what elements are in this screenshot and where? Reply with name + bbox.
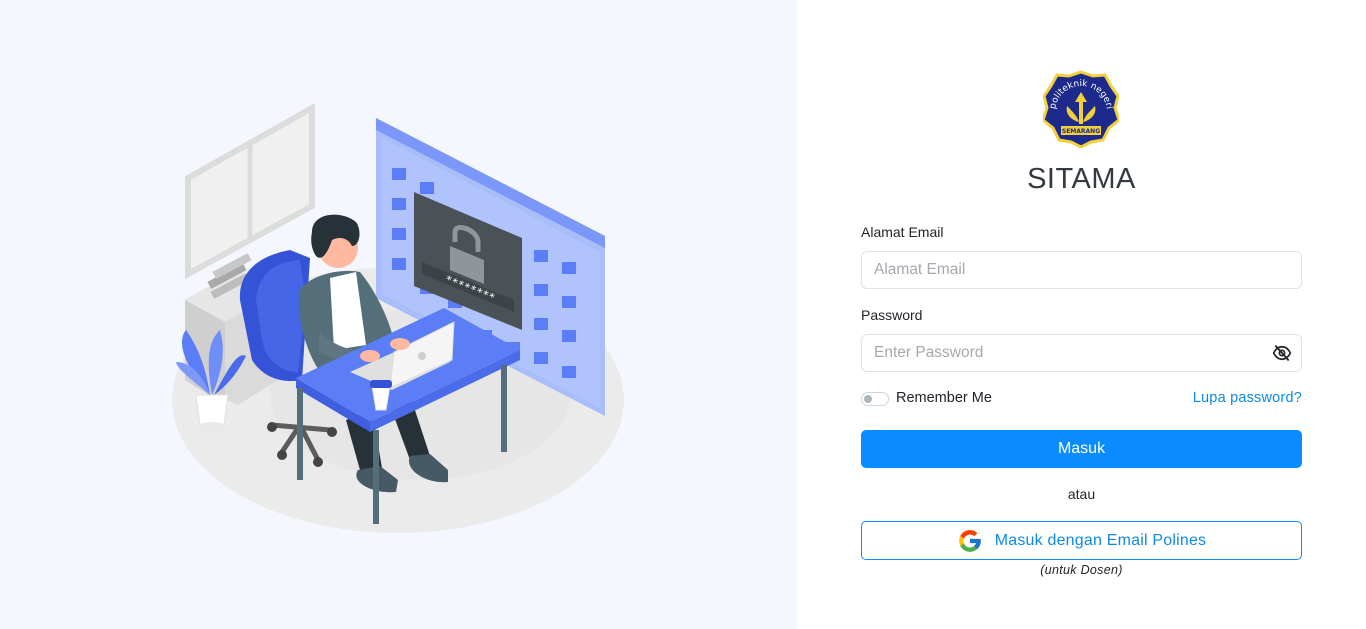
password-input[interactable] bbox=[861, 334, 1302, 372]
password-label: Password bbox=[861, 307, 923, 323]
logo-banner-text: SEMARANG bbox=[1062, 128, 1100, 135]
email-input[interactable] bbox=[861, 251, 1302, 289]
forgot-password-link[interactable]: Lupa password? bbox=[1193, 390, 1302, 406]
google-login-button[interactable]: Masuk dengan Email Polines bbox=[861, 521, 1302, 560]
illustration-panel: ******** bbox=[0, 0, 797, 629]
remember-label: Remember Me bbox=[896, 390, 992, 406]
or-separator: atau bbox=[1067, 486, 1096, 502]
login-illustration: ******** bbox=[172, 102, 624, 533]
google-login-note: (untuk Dosen) bbox=[1040, 563, 1123, 577]
google-login-label: Masuk dengan Email Polines bbox=[994, 531, 1207, 549]
eye-slash-icon[interactable] bbox=[1271, 343, 1293, 363]
login-panel: politeknik negeri SEMARANG SITAMA Alamat… bbox=[797, 0, 1366, 629]
email-label: Alamat Email bbox=[861, 224, 944, 240]
polines-logo: politeknik negeri SEMARANG bbox=[1043, 70, 1119, 148]
login-button[interactable]: Masuk bbox=[861, 430, 1302, 468]
google-g-icon bbox=[958, 529, 981, 552]
app-title: SITAMA bbox=[1027, 163, 1136, 195]
remember-toggle[interactable] bbox=[861, 392, 889, 406]
toggle-knob bbox=[864, 395, 872, 403]
